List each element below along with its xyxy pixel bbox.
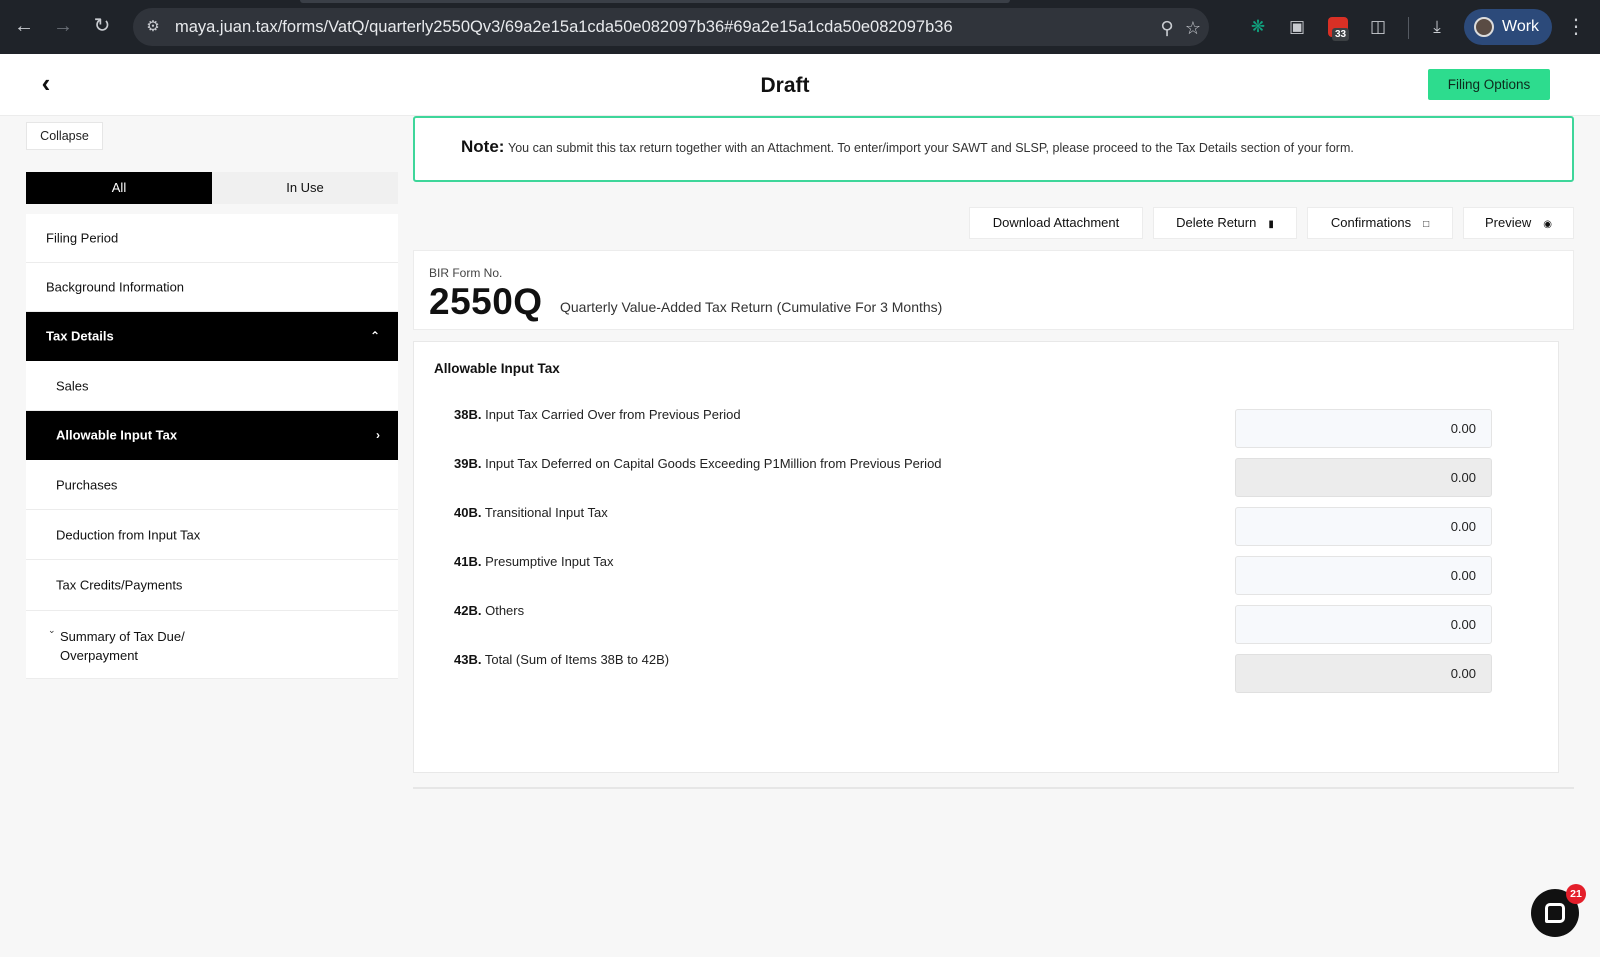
chevron-right-icon: › — [376, 428, 380, 442]
folder-icon: □ — [1423, 219, 1430, 230]
confirmations-label: Confirmations — [1330, 215, 1412, 230]
content-divider — [413, 787, 1574, 789]
sidebar-item-label: Tax Credits/Payments — [56, 577, 183, 593]
profile-label: Work — [1502, 18, 1540, 35]
chatgpt-extension-icon[interactable]: ❋ — [1246, 15, 1270, 39]
preview-label: Preview — [1485, 215, 1532, 230]
sidebar-item-label: Sales — [56, 378, 89, 393]
row-code: 42B. — [454, 603, 482, 618]
forward-arrow-icon[interactable]: → — [50, 13, 76, 39]
extensions-puzzle-icon[interactable]: ◫ — [1366, 15, 1390, 39]
row-code: 41B. — [454, 554, 482, 569]
sidebar-item-label: Filing Period — [46, 230, 119, 246]
form-number-label: BIR Form No. — [429, 266, 503, 280]
back-arrow-icon[interactable]: ← — [11, 13, 37, 39]
profile-button[interactable]: Work — [1464, 9, 1552, 45]
summary-line-1: Summary of Tax Due/ — [60, 629, 185, 644]
summary-line-2: Overpayment — [60, 648, 139, 663]
sidebar-item-label: Allowable Input Tax — [56, 427, 178, 443]
toolbar-divider — [1408, 17, 1409, 39]
allowable-input-tax-card: Allowable Input Tax 38B. Input Tax Carri… — [413, 341, 1559, 773]
address-bar[interactable]: ⚙ maya.juan.tax/forms/VatQ/quarterly2550… — [133, 8, 1209, 46]
sidebar-item-tax-details[interactable]: Tax Details ⌃ — [26, 312, 398, 361]
sidebar-item-background-information[interactable]: Background Information — [26, 263, 398, 312]
calendar-badge: 33 — [1332, 28, 1350, 41]
tab-all[interactable]: All — [26, 172, 212, 204]
section-title: Allowable Input Tax — [434, 361, 560, 376]
delete-return-label: Delete Return — [1176, 215, 1257, 230]
sidebar-item-summary[interactable]: ⌄ Summary of Tax Due/ Overpayment — [26, 611, 398, 679]
sidebar-item-deduction-from-input-tax[interactable]: Deduction from Input Tax — [26, 510, 398, 560]
site-settings-icon[interactable]: ⚙ — [143, 17, 163, 37]
form-header: BIR Form No. 2550Q Quarterly Value-Added… — [413, 250, 1574, 330]
sidebar-item-label: Deduction from Input Tax — [56, 527, 201, 542]
sidebar-item-label: Background Information — [46, 279, 185, 295]
row-code: 43B. — [454, 652, 482, 667]
url-text[interactable]: maya.juan.tax/forms/VatQ/quarterly2550Qv… — [175, 18, 953, 37]
zoom-icon[interactable]: ⚲ — [1156, 17, 1178, 39]
collapse-button[interactable]: Collapse — [26, 122, 103, 150]
page-title: Draft — [760, 74, 810, 97]
row-text: Presumptive Input Tax — [485, 554, 614, 569]
browser-toolbar: ← → ↻ ⚙ maya.juan.tax/forms/VatQ/quarter… — [0, 0, 1600, 54]
tab-in-use[interactable]: In Use — [212, 172, 398, 204]
sidebar-item-label: Summary of Tax Due/ Overpayment — [60, 627, 240, 665]
field-39b: 0.00 — [1235, 458, 1492, 497]
eye-icon: ◉ — [1543, 219, 1552, 230]
row-code: 38B. — [454, 407, 482, 422]
row-label-41b: 41B. Presumptive Input Tax — [454, 554, 613, 569]
note-text: You can submit this tax return together … — [508, 141, 1354, 155]
field-43b: 0.00 — [1235, 654, 1492, 693]
sidebar-item-label: Tax Details — [46, 328, 114, 344]
chevron-down-icon: ⌄ — [48, 625, 56, 635]
row-text: Input Tax Carried Over from Previous Per… — [485, 407, 741, 422]
row-label-38b: 38B. Input Tax Carried Over from Previou… — [454, 407, 741, 422]
avatar — [1474, 17, 1494, 37]
chat-unread-badge: 21 — [1566, 884, 1586, 904]
more-menu-icon[interactable]: ⋮ — [1566, 14, 1586, 40]
row-label-40b: 40B. Transitional Input Tax — [454, 505, 608, 520]
download-attachment-button[interactable]: Download Attachment — [969, 207, 1143, 239]
row-label-43b: 43B. Total (Sum of Items 38B to 42B) — [454, 652, 669, 667]
filing-options-button[interactable]: Filing Options — [1428, 69, 1550, 100]
row-text: Transitional Input Tax — [484, 505, 608, 520]
sidebar-item-allowable-input-tax[interactable]: Allowable Input Tax › — [26, 411, 398, 460]
download-icon[interactable]: ⤓ — [1425, 15, 1449, 39]
confirmations-button[interactable]: Confirmations □ — [1307, 207, 1453, 239]
note-label: Note: — [461, 137, 505, 156]
field-40b[interactable]: 0.00 — [1235, 507, 1492, 546]
form-number: 2550Q — [429, 281, 543, 322]
preview-button[interactable]: Preview ◉ — [1463, 207, 1574, 239]
bookmark-star-icon[interactable]: ☆ — [1182, 17, 1204, 39]
trash-icon: ▮ — [1268, 219, 1274, 230]
row-label-39b: 39B. Input Tax Deferred on Capital Goods… — [454, 456, 942, 471]
chevron-up-icon: ⌃ — [369, 329, 380, 343]
camera-extension-icon[interactable]: ▣ — [1285, 15, 1309, 39]
form-description: Quarterly Value-Added Tax Return (Cumula… — [560, 299, 943, 315]
download-attachment-label: Download Attachment — [992, 215, 1120, 230]
row-text: Others — [485, 603, 525, 618]
row-code: 39B. — [454, 456, 482, 471]
row-text: Input Tax Deferred on Capital Goods Exce… — [485, 456, 942, 471]
filter-tabs: All In Use — [26, 172, 398, 204]
row-text: Total (Sum of Items 38B to 42B) — [484, 652, 670, 667]
field-38b[interactable]: 0.00 — [1235, 409, 1492, 448]
sidebar-item-filing-period[interactable]: Filing Period — [26, 214, 398, 263]
sidebar-item-tax-credits-payments[interactable]: Tax Credits/Payments — [26, 560, 398, 611]
row-label-42b: 42B. Others — [454, 603, 524, 618]
active-tab-indicator — [300, 0, 1010, 3]
field-41b[interactable]: 0.00 — [1235, 556, 1492, 595]
sidebar-item-label: Purchases — [56, 477, 118, 492]
chat-bubble-icon — [1545, 903, 1565, 923]
field-42b[interactable]: 0.00 — [1235, 605, 1492, 644]
sidebar-item-sales[interactable]: Sales — [26, 361, 398, 411]
note-banner: Note: You can submit this tax return tog… — [413, 116, 1574, 182]
delete-return-button[interactable]: Delete Return ▮ — [1153, 207, 1297, 239]
reload-icon[interactable]: ↻ — [89, 13, 115, 39]
row-code: 40B. — [454, 505, 482, 520]
app-header: ‹ Draft Filing Options — [0, 54, 1600, 116]
sidebar-item-purchases[interactable]: Purchases — [26, 460, 398, 510]
